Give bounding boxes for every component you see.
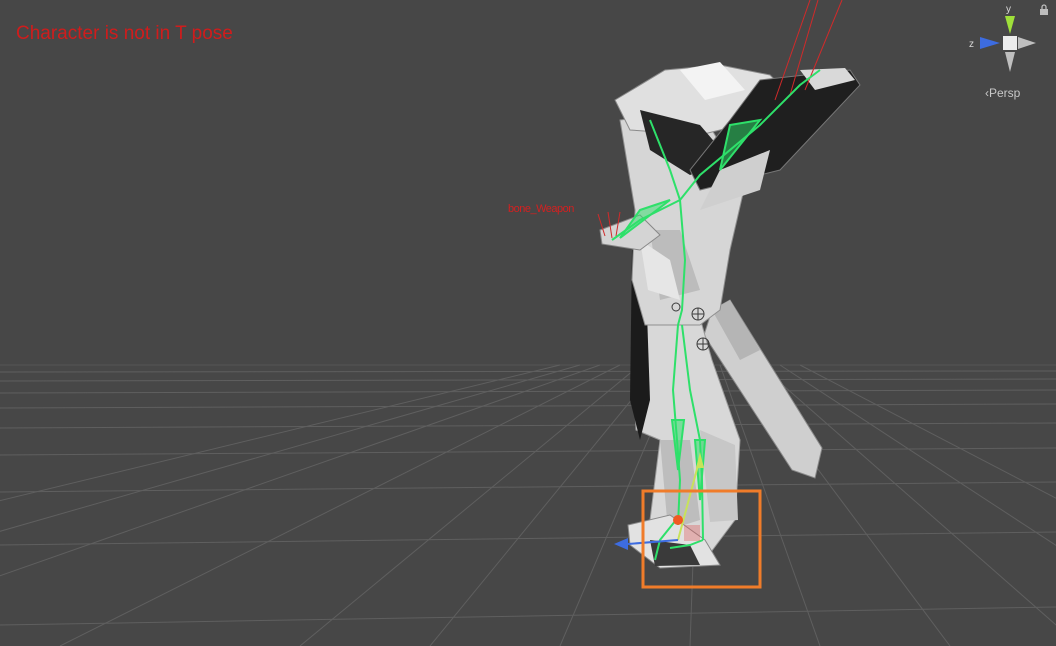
perspective-toggle[interactable]: ‹Persp bbox=[985, 86, 1020, 100]
scene-viewport[interactable]: bone_Weapon Character is not in T pose y… bbox=[0, 0, 1056, 646]
gizmo-axis-z-label: z bbox=[969, 39, 974, 50]
ground-grid bbox=[0, 364, 1056, 646]
pose-warning-text: Character is not in T pose bbox=[16, 23, 233, 44]
scene-canvas[interactable] bbox=[0, 0, 1056, 646]
perspective-label: Persp bbox=[989, 86, 1021, 100]
bone-name-label: bone_Weapon bbox=[508, 203, 574, 215]
gizmo-axis-y-label: y bbox=[1006, 4, 1011, 15]
